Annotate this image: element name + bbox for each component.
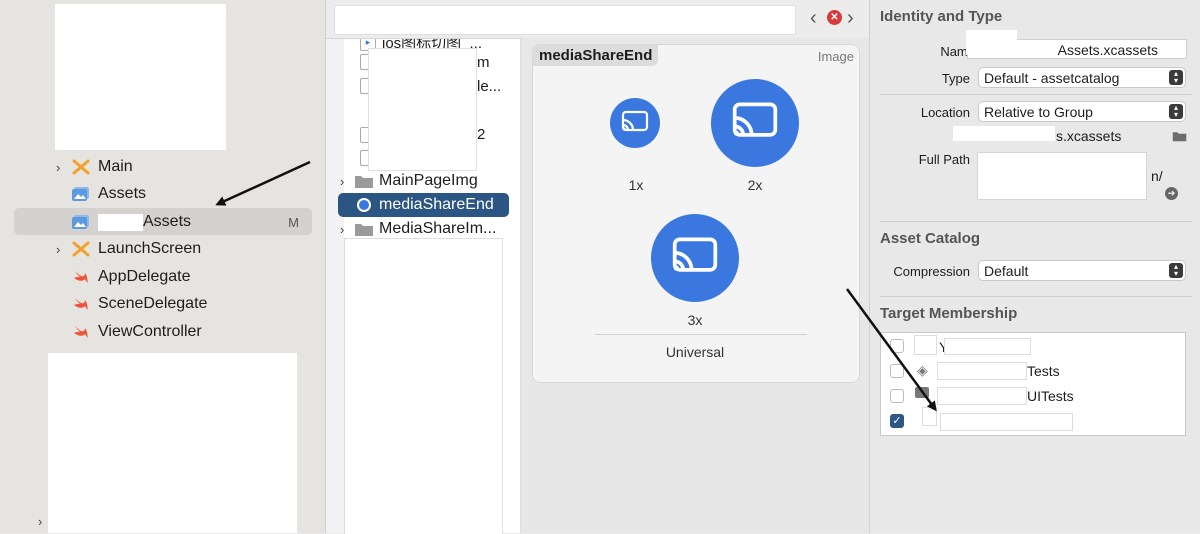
annotation-arrow	[845, 288, 937, 412]
annotation-arrow	[215, 160, 311, 206]
annotation-arrows	[215, 160, 937, 412]
